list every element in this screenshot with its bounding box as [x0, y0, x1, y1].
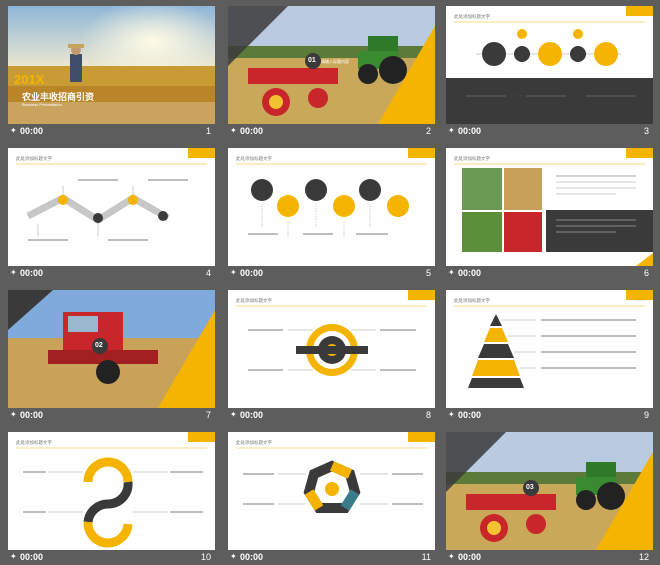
- slide-info-bar: ✦ 00:00 9: [446, 408, 653, 422]
- slide-thumbnail-9[interactable]: 此处添加标题文字 ✦ 00:00 9: [446, 290, 653, 422]
- slide-timing: 00:00: [458, 126, 482, 136]
- slide-number: 8: [425, 410, 431, 420]
- slide-info-bar: ✦ 00:00 10: [8, 550, 215, 564]
- slide-timing: 00:00: [458, 410, 482, 420]
- circles-diagram: [236, 148, 435, 238]
- star-icon: ✦: [230, 552, 237, 561]
- slide-number: 4: [205, 268, 211, 278]
- slide-info-bar: ✦ 00:00 12: [446, 550, 653, 564]
- slide-timing: 00:00: [458, 268, 482, 278]
- slide-thumbnail-1[interactable]: 201X 农业丰收招商引资 Business Presentation ✦ 00…: [8, 6, 215, 138]
- slide-sorter-grid: 201X 农业丰收招商引资 Business Presentation ✦ 00…: [0, 0, 660, 565]
- slide-number: 3: [643, 126, 649, 136]
- star-icon: ✦: [448, 268, 455, 277]
- slide-info-bar: ✦ 00:00 7: [8, 408, 215, 422]
- slide-thumbnail-2[interactable]: 01 请输入标题内容 ✦ 00:00 2: [228, 6, 435, 138]
- slide-timing: 00:00: [20, 552, 44, 562]
- slide-info-bar: ✦ 00:00 5: [228, 266, 435, 280]
- slide-canvas: 此处添加标题文字: [446, 290, 653, 408]
- slide-header: 此处添加标题文字: [16, 156, 52, 161]
- star-icon: ✦: [448, 552, 455, 561]
- star-icon: ✦: [10, 268, 17, 277]
- slide-timing: 00:00: [20, 268, 44, 278]
- heptagon-diagram: [236, 432, 435, 513]
- slide-header: 此处添加标题文字: [454, 156, 490, 161]
- slide-info-bar: ✦ 00:00 1: [8, 124, 215, 138]
- slide-thumbnail-4[interactable]: 此处添加标题文字 ✦ 00:00 4: [8, 148, 215, 280]
- slide-header: 此处添加标题文字: [16, 440, 52, 445]
- star-icon: ✦: [10, 410, 17, 419]
- slide-info-bar: ✦ 00:00 6: [446, 266, 653, 280]
- slide-info-bar: ✦ 00:00 2: [228, 124, 435, 138]
- svg-text:……: ……: [516, 93, 524, 97]
- section-badge: 01: [308, 57, 316, 64]
- process-diagram: ……: [446, 6, 653, 124]
- section-label: 请输入标题内容: [321, 59, 349, 64]
- slide-canvas: 201X 农业丰收招商引资 Business Presentation: [8, 6, 215, 124]
- slide-timing: 00:00: [240, 268, 264, 278]
- slide-info-bar: ✦ 00:00 3: [446, 124, 653, 138]
- slide-header: 此处添加标题文字: [454, 14, 490, 19]
- photo-text-layout: [454, 148, 653, 266]
- slide-number: 1: [205, 126, 211, 136]
- target-diagram: [236, 290, 435, 376]
- cycle-arrows-diagram: [16, 432, 215, 548]
- slide-canvas: 此处添加标题文字: [446, 148, 653, 266]
- slide-canvas: 03: [446, 432, 653, 550]
- slide-header: 此处添加标题文字: [454, 298, 490, 303]
- slide-title: 201X: [14, 72, 45, 87]
- slide-number: 6: [643, 268, 649, 278]
- pyramid-diagram: [454, 290, 653, 388]
- section-badge: 02: [95, 342, 103, 349]
- slide-thumbnail-8[interactable]: 此处添加标题文字 ✦ 00:00 8: [228, 290, 435, 422]
- slide-canvas: 此处添加标题文字: [228, 148, 435, 266]
- slide-info-bar: ✦ 00:00 11: [228, 550, 435, 564]
- slide-canvas: 02: [8, 290, 215, 408]
- slide-thumbnail-11[interactable]: 此处添加标题文字 ✦ 00:00 11: [228, 432, 435, 564]
- slide-canvas: …… 此处添加标题文字: [446, 6, 653, 124]
- slide-header: 此处添加标题文字: [236, 156, 272, 161]
- slide-thumbnail-3[interactable]: …… 此处添加标题文字 ✦ 00:00 3: [446, 6, 653, 138]
- slide-info-bar: ✦ 00:00 8: [228, 408, 435, 422]
- slide-timing: 00:00: [240, 126, 264, 136]
- slide-thumbnail-10[interactable]: 此处添加标题文字 ✦ 00:00 10: [8, 432, 215, 564]
- slide-number: 5: [425, 268, 431, 278]
- star-icon: ✦: [448, 410, 455, 419]
- slide-header: 此处添加标题文字: [236, 440, 272, 445]
- star-icon: ✦: [230, 410, 237, 419]
- slide-header: 此处添加标题文字: [236, 298, 272, 303]
- slide-number: 9: [643, 410, 649, 420]
- slide-timing: 00:00: [20, 410, 44, 420]
- slide-number: 2: [425, 126, 431, 136]
- slide-thumbnail-5[interactable]: 此处添加标题文字 ✦ 00:00 5: [228, 148, 435, 280]
- slide-thumbnail-6[interactable]: 此处添加标题文字 ✦ 00:00 6: [446, 148, 653, 280]
- star-icon: ✦: [230, 268, 237, 277]
- slide-info-bar: ✦ 00:00 4: [8, 266, 215, 280]
- star-icon: ✦: [10, 126, 17, 135]
- slide-timing: 00:00: [20, 126, 44, 136]
- slide-number: 7: [205, 410, 211, 420]
- slide-caption: Business Presentation: [22, 102, 62, 107]
- slide-canvas: 此处添加标题文字: [8, 148, 215, 266]
- combine-harvester-image: [8, 290, 215, 408]
- slide-thumbnail-12[interactable]: 03 ✦ 00:00 12: [446, 432, 653, 564]
- slide-thumbnail-7[interactable]: 02 ✦ 00:00 7: [8, 290, 215, 422]
- tractor-image: [228, 6, 435, 124]
- zigzag-timeline-diagram: [16, 148, 215, 241]
- slide-canvas: 01 请输入标题内容: [228, 6, 435, 124]
- slide-timing: 00:00: [458, 552, 482, 562]
- star-icon: ✦: [230, 126, 237, 135]
- slide-timing: 00:00: [240, 552, 264, 562]
- slide-number: 10: [200, 552, 211, 562]
- star-icon: ✦: [448, 126, 455, 135]
- tractor-image: [446, 432, 653, 550]
- slide-timing: 00:00: [240, 410, 264, 420]
- section-badge: 03: [526, 484, 534, 491]
- slide-canvas: 此处添加标题文字: [8, 432, 215, 550]
- star-icon: ✦: [10, 552, 17, 561]
- slide-number: 11: [421, 552, 431, 562]
- slide-number: 12: [638, 552, 649, 562]
- slide-canvas: 此处添加标题文字: [228, 290, 435, 408]
- slide-canvas: 此处添加标题文字: [228, 432, 435, 550]
